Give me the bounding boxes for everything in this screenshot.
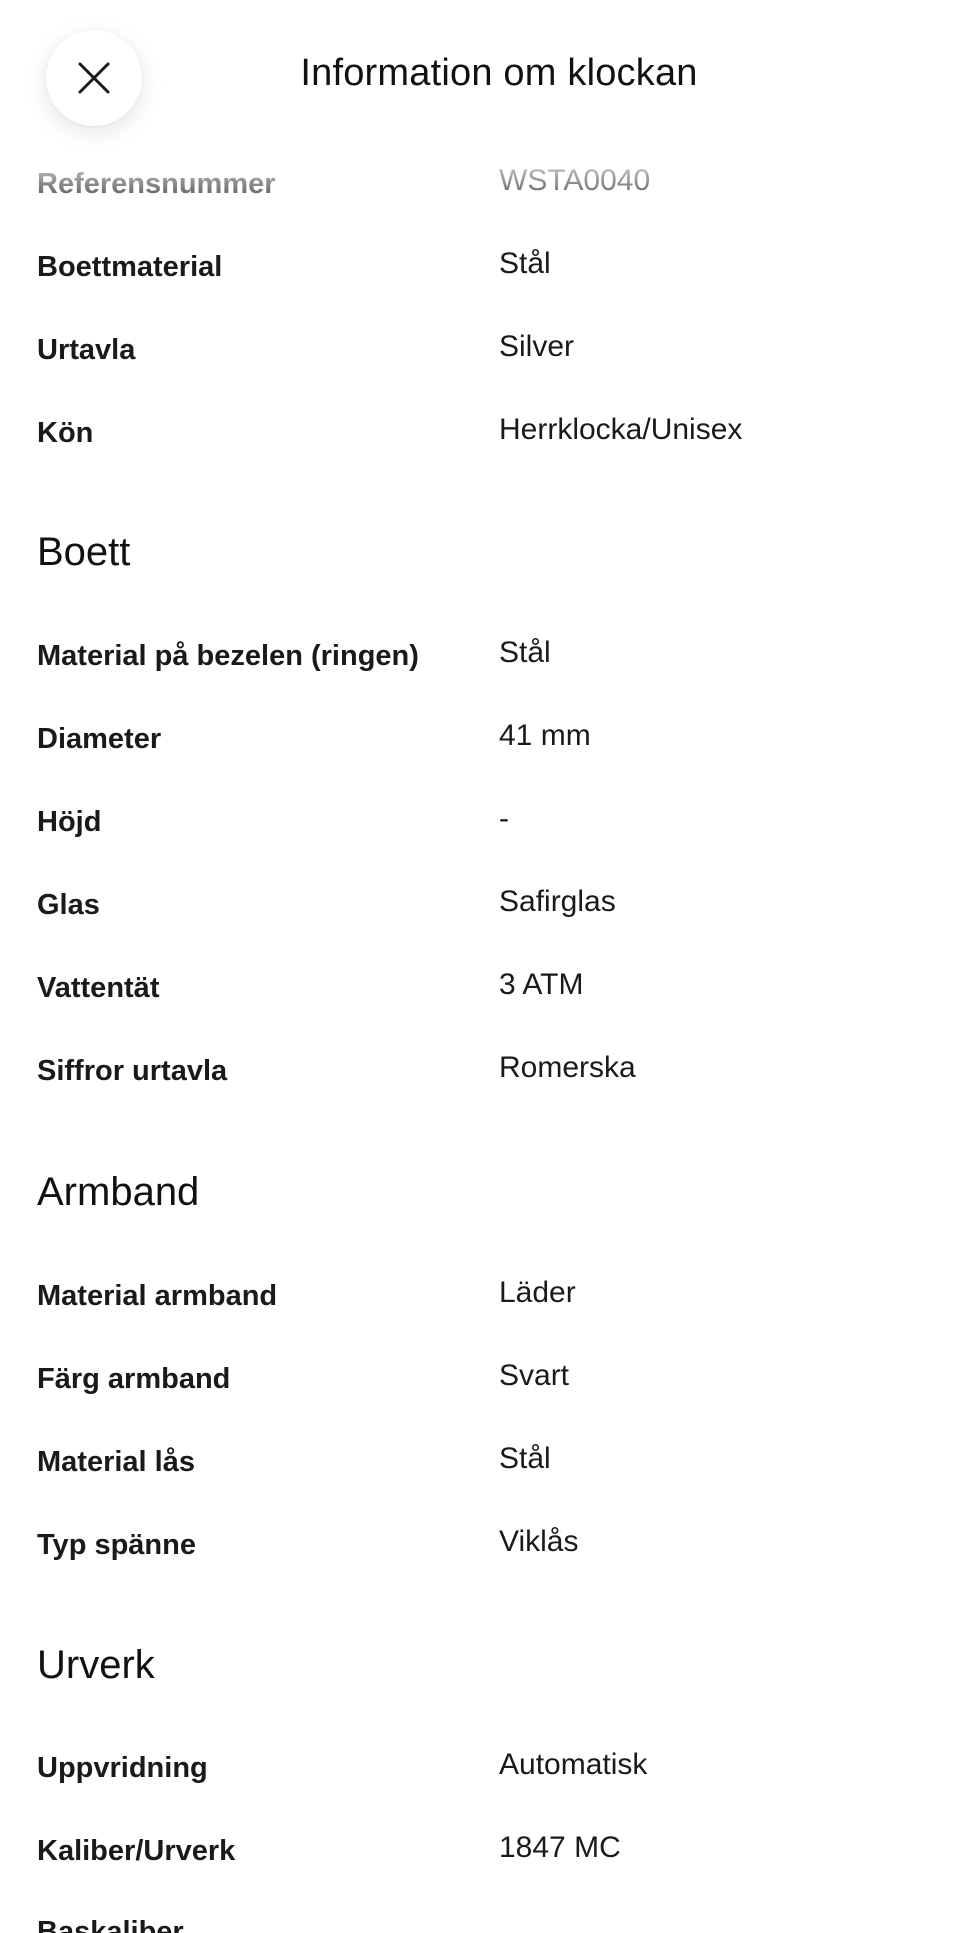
detail-row-diameter: Diameter 41 mm (37, 719, 927, 763)
detail-row-water-resistance: Vattentät 3 ATM (37, 968, 927, 1012)
detail-label: Typ spänne (37, 1529, 196, 1561)
detail-label: Siffror urtavla (37, 1055, 228, 1087)
detail-row-dial-numerals: Siffror urtavla Romerska (37, 1051, 927, 1095)
detail-value: Herrklocka/Unisex (499, 413, 743, 446)
detail-row-reference: Referensnummer WSTA0040 (37, 164, 927, 208)
detail-row-bezel-material: Material på bezelen (ringen) Stål (37, 636, 927, 680)
detail-row-gender: Kön Herrklocka/Unisex (37, 413, 927, 457)
detail-value: Stål (499, 247, 551, 280)
detail-row-glass: Glas Safirglas (37, 885, 927, 929)
detail-row-dial: Urtavla Silver (37, 330, 927, 374)
detail-value: Stål (499, 636, 551, 669)
detail-row-winding: Uppvridning Automatisk (37, 1748, 927, 1792)
detail-label: Material armband (37, 1280, 278, 1312)
detail-value: Romerska (499, 1051, 636, 1084)
sheet-header: Information om klockan (0, 0, 960, 150)
detail-value: 3 ATM (499, 968, 584, 1001)
detail-label: Baskaliber (37, 1916, 184, 1933)
detail-label: Urtavla (37, 334, 136, 366)
detail-value: Svart (499, 1359, 570, 1392)
detail-value: Läder (499, 1276, 576, 1309)
detail-row-height: Höjd - (37, 802, 927, 846)
detail-label: Höjd (37, 806, 102, 838)
detail-value: - (499, 802, 509, 835)
detail-label: Kaliber/Urverk (37, 1835, 236, 1867)
detail-value: 41 mm (499, 719, 591, 752)
section-title-urverk: Urverk (37, 1643, 155, 1687)
detail-label: Glas (37, 889, 100, 921)
detail-value: 1847 MC (499, 1831, 621, 1864)
detail-label: Uppvridning (37, 1752, 208, 1784)
detail-label: Kön (37, 417, 94, 449)
detail-value: Automatisk (499, 1748, 648, 1781)
detail-value: Viklås (499, 1525, 579, 1558)
detail-row-strap-color: Färg armband Svart (37, 1359, 927, 1403)
detail-label: Diameter (37, 723, 162, 755)
sheet-title: Information om klockan (300, 52, 698, 94)
detail-value: Stål (499, 1442, 551, 1475)
detail-label: Vattentät (37, 972, 160, 1004)
section-title-armband: Armband (37, 1170, 200, 1214)
section-title-boett: Boett (37, 530, 131, 574)
detail-row-case-material: Boettmaterial Stål (37, 247, 927, 291)
detail-label: Material på bezelen (ringen) (37, 640, 419, 672)
detail-value: Safirglas (499, 885, 616, 918)
detail-row-base-caliber: Baskaliber (37, 1916, 927, 1933)
detail-row-buckle-type: Typ spänne Viklås (37, 1525, 927, 1569)
detail-label: Material lås (37, 1446, 195, 1478)
detail-label: Boettmaterial (37, 251, 223, 283)
detail-row-clasp-material: Material lås Stål (37, 1442, 927, 1486)
watch-info-sheet: Referensnummer WSTA0040 Boettmaterial St… (0, 0, 960, 1933)
detail-label: Referensnummer (37, 168, 276, 200)
detail-label: Färg armband (37, 1363, 231, 1395)
detail-row-strap-material: Material armband Läder (37, 1276, 927, 1320)
detail-row-caliber: Kaliber/Urverk 1847 MC (37, 1831, 927, 1875)
detail-value: WSTA0040 (499, 164, 651, 197)
detail-value: Silver (499, 330, 575, 363)
